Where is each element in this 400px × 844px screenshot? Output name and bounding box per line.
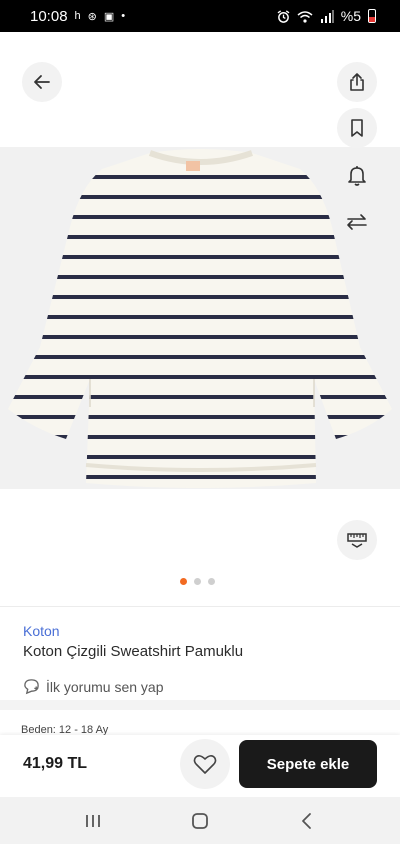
system-back-button[interactable] [287,801,327,841]
stripe [8,395,392,399]
alarm-icon [277,9,290,23]
status-time: 10:08 [30,7,68,25]
share-icon [350,73,364,91]
stripe [8,295,392,299]
battery-percentage: %5 [340,8,361,24]
stripe [8,475,392,479]
size-guide-button[interactable] [337,520,377,560]
system-navigation-bar [0,797,400,844]
share-button[interactable] [337,62,377,102]
brand-link[interactable]: Koton [23,623,60,639]
back-arrow-icon [34,75,50,89]
chevron-left-icon [301,812,311,829]
wifi-icon [297,10,313,23]
section-separator [0,700,400,710]
stripe [8,335,392,339]
section-divider [0,606,400,607]
compare-arrows-icon [347,214,367,230]
back-button[interactable] [22,62,62,102]
status-bar: 10:08 h ⊛ ▣ • %5 [0,0,400,32]
bottom-action-bar: 41,99 TL Sepete ekle [0,735,400,797]
heart-icon [193,755,217,774]
signal-icon [320,9,334,23]
add-comment-icon [24,679,39,695]
stripe [8,355,392,359]
favorite-button[interactable] [180,739,230,789]
battery-icon [368,9,376,23]
stripe [8,455,392,459]
more-notifications-dot: • [121,10,126,22]
pagination-dot[interactable] [180,578,187,585]
stripe [8,235,392,239]
network-indicator: h [74,10,81,22]
app-notification-icon: ▣ [103,10,115,23]
measure-icon [347,533,367,548]
add-to-cart-button[interactable]: Sepete ekle [239,740,377,788]
price-alert-button[interactable] [337,155,377,195]
stripe [8,255,392,259]
home-icon [192,812,208,829]
pagination-dot[interactable] [194,578,201,585]
pagination-dot[interactable] [208,578,215,585]
image-pagination[interactable] [180,578,215,585]
review-link[interactable]: İlk yorumu sen yap [23,678,164,695]
bookmark-icon [351,119,363,137]
recent-apps-icon [86,814,101,827]
product-price: 41,99 TL [23,755,88,772]
home-button[interactable] [180,801,220,841]
recent-apps-button[interactable] [73,801,113,841]
stripe [8,275,392,279]
product-title: Koton Çizgili Sweatshirt Pamuklu [23,643,244,660]
bookmark-button[interactable] [337,108,377,148]
bell-icon [348,166,366,186]
sweatshirt-illustration [8,149,392,488]
stripe [8,435,392,439]
review-cta-label: İlk yorumu sen yap [46,678,164,695]
stripe [8,415,392,419]
compare-button[interactable] [337,202,377,242]
product-gallery[interactable] [0,32,400,602]
stripe [8,375,392,379]
stripe [8,315,392,319]
notification-icon: ⊛ [87,10,97,23]
status-right: %5 [277,8,376,24]
status-left: 10:08 h ⊛ ▣ • [30,8,125,25]
product-image[interactable] [0,147,400,489]
stripe [8,195,392,199]
